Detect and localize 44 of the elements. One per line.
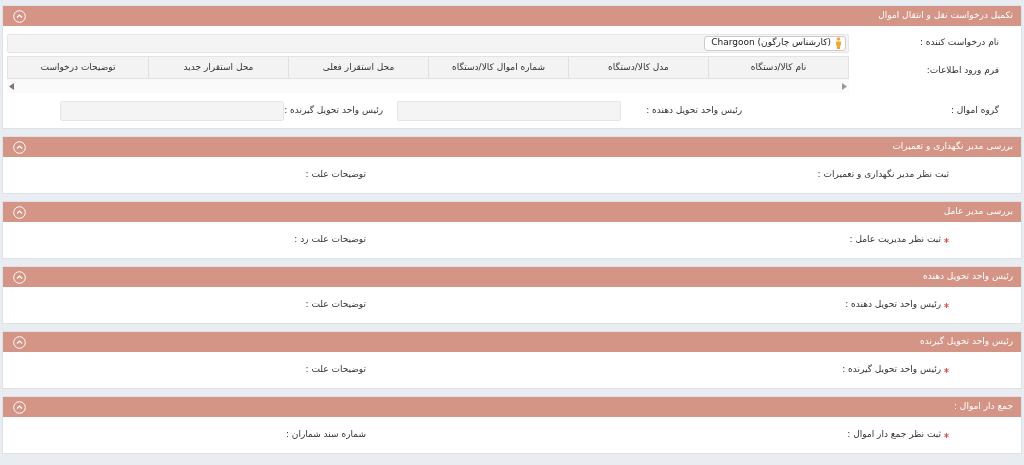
collapse-icon[interactable] xyxy=(13,400,26,414)
section-title: بررسی مدیر عامل xyxy=(943,205,1013,219)
input-field[interactable] xyxy=(397,101,621,121)
required-icon xyxy=(944,237,949,243)
collapse-icon[interactable] xyxy=(13,9,26,23)
field-label: رئیس واحد تحویل گیرنده : xyxy=(842,363,941,377)
collapse-icon[interactable] xyxy=(13,205,26,219)
field-label: توضیحات علت رد : xyxy=(294,233,366,247)
field-label: رئیس واحد تحویل گیرنده : xyxy=(284,104,384,118)
field-label: توضیحات علت : xyxy=(305,298,366,312)
person-icon xyxy=(835,37,842,49)
section-title: تکمیل درخواست نقل و انتقال اموال xyxy=(878,9,1013,23)
column-header[interactable]: محل استقرار فعلی xyxy=(288,57,428,78)
input-field[interactable] xyxy=(60,101,284,121)
section-title: بررسی مدیر نگهداری و تعمیرات xyxy=(892,140,1013,154)
field-label: فرم ورود اطلاعات: xyxy=(925,64,1000,77)
field-label: شماره سند شماران : xyxy=(285,428,366,442)
column-header[interactable]: نام کالا/دستگاه xyxy=(708,57,848,78)
scroll-right-icon[interactable] xyxy=(842,82,847,90)
field-label: توضیحات علت : xyxy=(305,363,366,377)
collapse-icon[interactable] xyxy=(13,270,26,284)
field-label: ثبت نظر مدیر نگهداری و تعمیرات : xyxy=(817,168,949,182)
collapse-icon[interactable] xyxy=(13,140,26,154)
field-label: ثبت نظر جمع دار اموال : xyxy=(847,428,941,442)
user-chip[interactable]: Chargoon (کارشناس چارگون) xyxy=(704,35,846,51)
field-label: توضیحات علت : xyxy=(305,168,366,182)
column-header[interactable]: محل استقرار جدید xyxy=(148,57,288,78)
section-title: رئیس واحد تحویل گیرنده xyxy=(920,335,1013,349)
field-label: رئیس واحد تحویل دهنده : xyxy=(645,104,742,118)
section-title: جمع دار اموال : xyxy=(953,400,1013,414)
scroll-left-icon[interactable] xyxy=(9,82,14,90)
required-icon xyxy=(944,367,949,373)
requester-field[interactable]: Chargoon (کارشناس چارگون) xyxy=(7,33,849,53)
field-label: نام درخواست کننده : xyxy=(918,36,1000,50)
field-label: ثبت نظر مدیریت عامل : xyxy=(849,233,941,247)
column-header[interactable]: شماره اموال کالا/دستگاه xyxy=(428,57,568,78)
field-label: گروه اموال : xyxy=(949,104,1000,118)
required-icon xyxy=(944,302,949,308)
section-title: رئیس واحد تحویل دهنده xyxy=(923,270,1013,284)
field-label: رئیس واحد تحویل دهنده : xyxy=(845,298,941,312)
column-header[interactable]: مدل کالا/دستگاه xyxy=(568,57,708,78)
collapse-icon[interactable] xyxy=(13,335,26,349)
required-icon xyxy=(944,432,949,438)
column-header[interactable]: توضیحات درخواست xyxy=(8,57,148,78)
